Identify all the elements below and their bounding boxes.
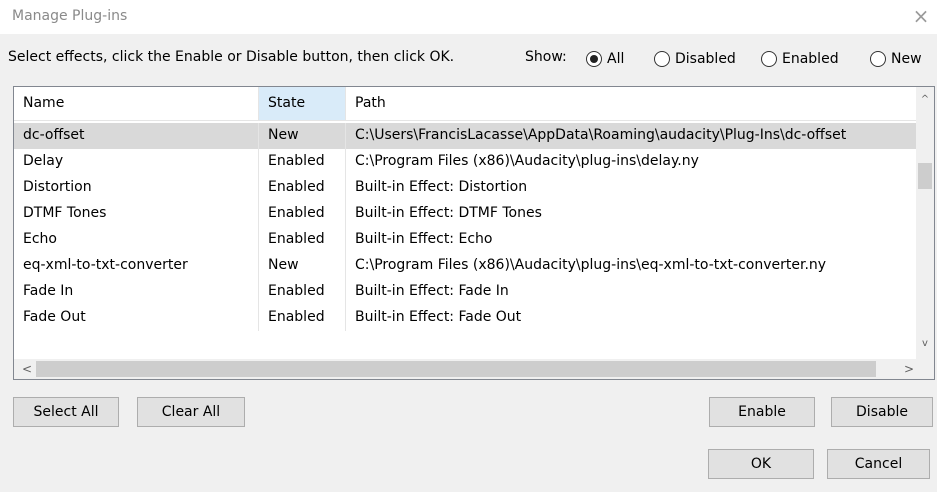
- cell-path: C:\Users\FrancisLacasse\AppData\Roaming\…: [355, 127, 847, 143]
- table-row[interactable]: dc-offset New C:\Users\FrancisLacasse\AppD…: [14, 123, 917, 149]
- radio-new-label[interactable]: New: [891, 51, 922, 67]
- column-header-name[interactable]: Name: [14, 87, 259, 120]
- column-header-path[interactable]: Path: [346, 87, 917, 120]
- cell-path: C:\Program Files (x86)\Audacity\plug-ins…: [355, 153, 699, 169]
- table-row[interactable]: Echo Enabled Built-in Effect: Echo: [14, 227, 917, 253]
- radio-disabled-indicator[interactable]: [654, 51, 670, 67]
- radio-enabled-label[interactable]: Enabled: [782, 51, 839, 67]
- radio-disabled[interactable]: Disabled: [654, 49, 736, 69]
- cell-name: dc-offset: [14, 123, 259, 149]
- cell-state: Enabled: [259, 279, 346, 305]
- instructions-text: Select effects, click the Enable or Disa…: [8, 49, 455, 65]
- cell-path: Built-in Effect: Fade Out: [355, 309, 522, 325]
- cell-name: Fade Out: [14, 305, 259, 331]
- cell-state: New: [259, 253, 346, 279]
- vertical-scrollbar[interactable]: ^ v: [916, 87, 934, 361]
- cell-path: Built-in Effect: Distortion: [355, 179, 528, 195]
- horizontal-scroll-thumb[interactable]: [36, 361, 876, 377]
- list-rows: dc-offset New C:\Users\FrancisLacasse\AppD…: [14, 123, 917, 331]
- scroll-down-icon[interactable]: v: [916, 335, 934, 353]
- cell-name: eq-xml-to-txt-converter: [14, 253, 259, 279]
- cell-name: Distortion: [14, 175, 259, 201]
- cell-state: Enabled: [259, 201, 346, 227]
- radio-enabled-indicator[interactable]: [761, 51, 777, 67]
- show-label: Show:: [525, 49, 567, 65]
- cell-name: Fade In: [14, 279, 259, 305]
- cell-state: Enabled: [259, 175, 346, 201]
- scroll-left-icon[interactable]: <: [18, 359, 36, 379]
- scroll-right-icon[interactable]: >: [900, 359, 918, 379]
- enable-button[interactable]: Enable: [709, 397, 815, 427]
- table-row[interactable]: Fade In Enabled Built-in Effect: Fade In: [14, 279, 917, 305]
- select-all-button[interactable]: Select All: [13, 397, 119, 427]
- disable-button[interactable]: Disable: [831, 397, 933, 427]
- cell-name: DTMF Tones: [14, 201, 259, 227]
- horizontal-scrollbar[interactable]: < >: [14, 359, 934, 379]
- title-bar: Manage Plug-ins ×: [0, 0, 937, 34]
- table-row[interactable]: eq-xml-to-txt-converter New C:\Program Fil…: [14, 253, 917, 279]
- radio-enabled[interactable]: Enabled: [761, 49, 839, 69]
- cell-path: Built-in Effect: DTMF Tones: [355, 205, 542, 221]
- table-row[interactable]: Distortion Enabled Built-in Effect: Distor…: [14, 175, 917, 201]
- column-header-state[interactable]: State: [259, 87, 346, 120]
- radio-new-indicator[interactable]: [870, 51, 886, 67]
- clear-all-button[interactable]: Clear All: [137, 397, 245, 427]
- cancel-button[interactable]: Cancel: [827, 449, 930, 479]
- plugin-list[interactable]: Name State Path dc-offset New C:\Users\Fra…: [13, 86, 935, 380]
- cell-state: New: [259, 123, 346, 149]
- cell-name: Delay: [14, 149, 259, 175]
- ok-button[interactable]: OK: [708, 449, 814, 479]
- radio-disabled-label[interactable]: Disabled: [675, 51, 736, 67]
- cell-state: Enabled: [259, 227, 346, 253]
- table-row[interactable]: Delay Enabled C:\Program Files (x86)\Audac…: [14, 149, 917, 175]
- scroll-up-icon[interactable]: ^: [916, 91, 934, 109]
- filter-row: Select effects, click the Enable or Disa…: [8, 49, 937, 71]
- radio-all[interactable]: All: [586, 49, 624, 69]
- table-row[interactable]: DTMF Tones Enabled Built-in Effect: DTMF T…: [14, 201, 917, 227]
- table-row[interactable]: Fade Out Enabled Built-in Effect: Fade Out: [14, 305, 917, 331]
- cell-path: Built-in Effect: Fade In: [355, 283, 509, 299]
- vertical-scroll-thumb[interactable]: [918, 163, 932, 189]
- cell-path: Built-in Effect: Echo: [355, 231, 493, 247]
- close-icon[interactable]: ×: [909, 3, 933, 29]
- radio-all-label[interactable]: All: [607, 51, 624, 67]
- cell-name: Echo: [14, 227, 259, 253]
- cell-state: Enabled: [259, 305, 346, 331]
- window-title: Manage Plug-ins: [12, 8, 128, 24]
- cell-state: Enabled: [259, 149, 346, 175]
- radio-all-indicator[interactable]: [586, 51, 602, 67]
- radio-new[interactable]: New: [870, 49, 922, 69]
- cell-path: C:\Program Files (x86)\Audacity\plug-ins…: [355, 257, 827, 273]
- list-header: Name State Path: [14, 87, 917, 121]
